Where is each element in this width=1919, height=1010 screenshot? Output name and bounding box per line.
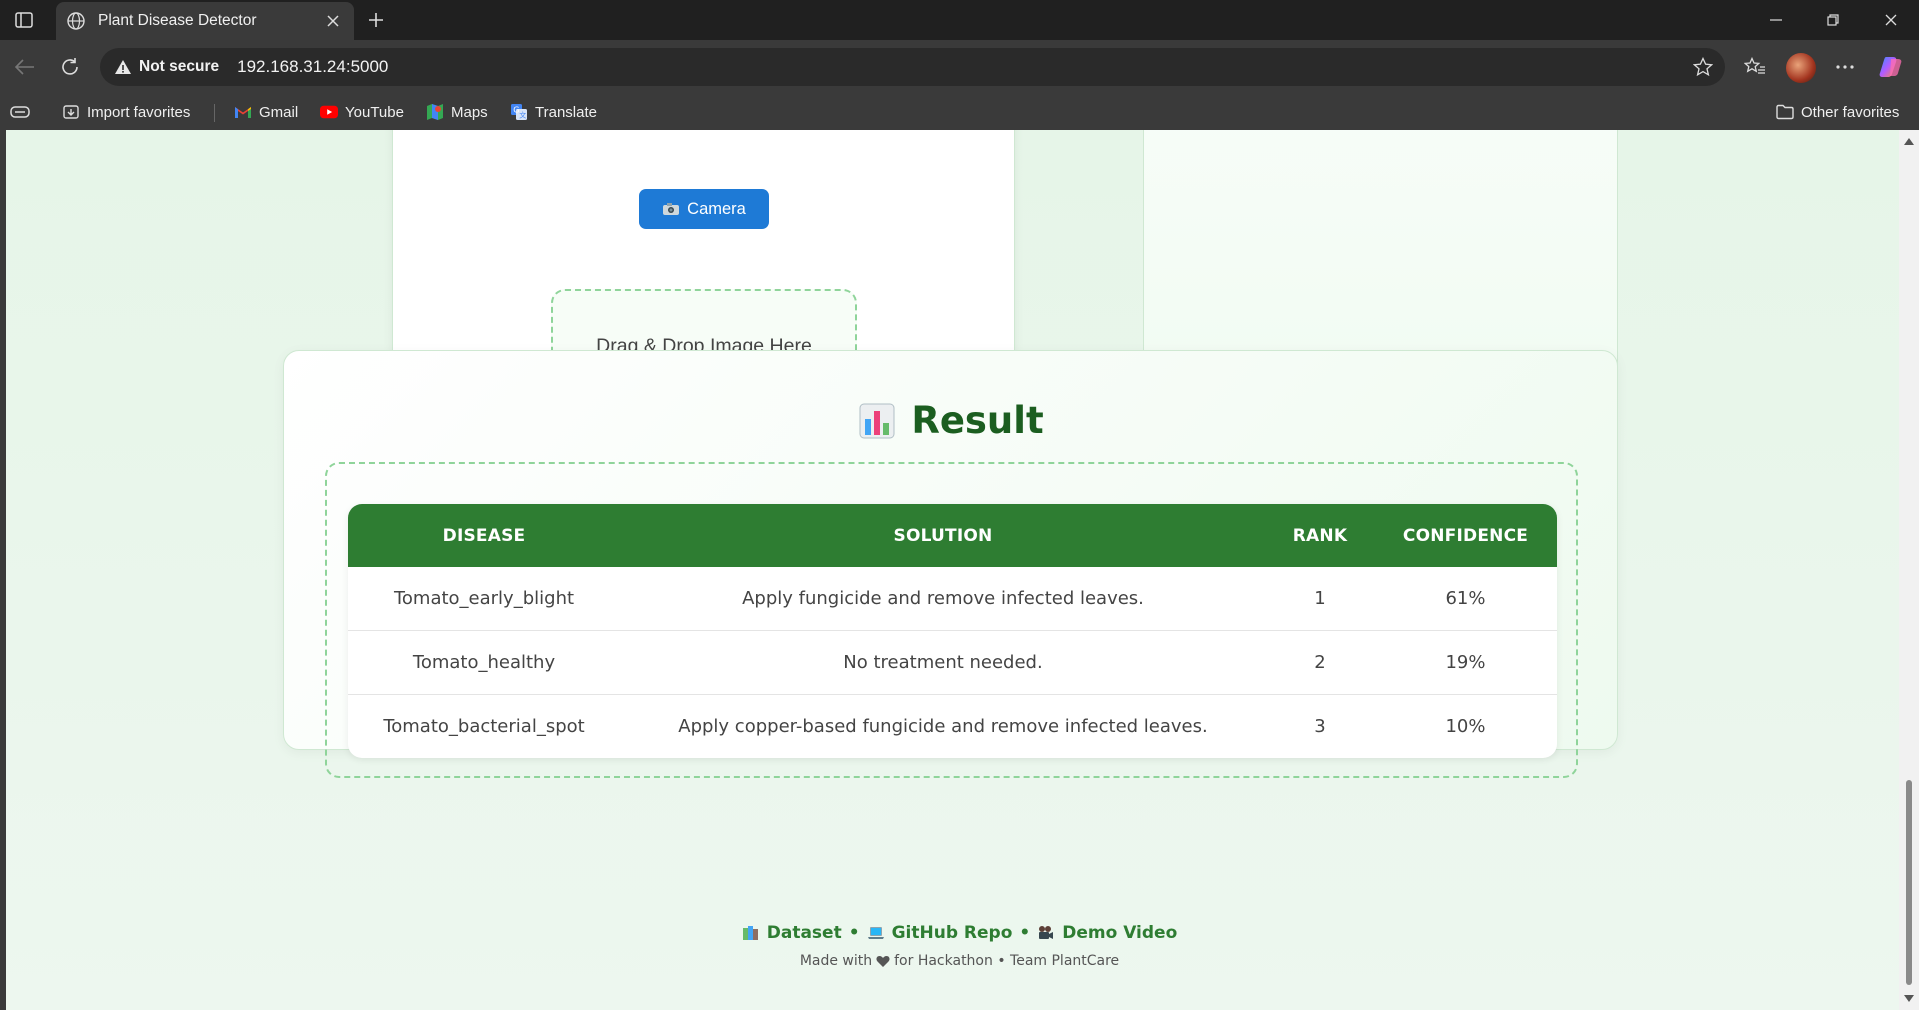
solution-cell: No treatment needed. [620,630,1266,694]
footer-note-suffix: for Hackathon • Team PlantCare [894,953,1120,969]
svg-text:文: 文 [519,111,526,120]
minimize-icon[interactable] [1762,8,1790,32]
bookmark-label: Gmail [259,103,299,121]
window-edge [0,130,6,1010]
camera-button-label: Camera [687,199,746,218]
demo-video-link[interactable]: Demo Video [1037,923,1177,943]
new-tab-icon[interactable] [364,8,388,32]
restore-icon[interactable] [1819,8,1847,32]
footer-separator: • [848,923,860,943]
page-scrollbar[interactable] [1899,130,1919,1010]
tab-title: Plant Disease Detector [98,12,257,29]
active-tab[interactable]: Plant Disease Detector [56,2,354,40]
translate-icon: G文 [510,103,528,121]
column-header-solution: Solution [893,525,993,546]
bookmark-label: Translate [535,103,597,121]
disease-cell: Tomato_healthy [348,630,620,694]
bar-chart-icon [859,403,895,439]
url-text[interactable]: 192.168.31.24:5000 [237,57,388,77]
footer-separator: • [1019,923,1031,943]
bookmark-label: YouTube [345,103,404,121]
heart-icon [876,955,890,968]
rank-cell: 1 [1314,588,1326,609]
security-label[interactable]: Not secure [139,58,219,76]
gmail-icon [234,103,252,121]
camera-button[interactable]: Camera [639,189,769,229]
reload-icon[interactable] [56,53,84,81]
bookmark-label: Maps [451,103,488,121]
table-row: Tomato_bacterial_spot Apply copper-based… [348,693,1557,758]
bookmark-other-favorites[interactable]: Other favorites [1776,101,1899,123]
bookmark-import-favorites[interactable]: Import favorites [62,101,190,123]
table-header-row: Disease Solution Rank Confidence [348,504,1557,567]
footer-note-prefix: Made with [799,953,873,969]
sidebar-toggle-icon[interactable] [12,9,36,31]
bookmark-divider [214,104,215,122]
favorites-icon[interactable] [1742,54,1768,80]
bookmark-label: Other favorites [1801,103,1900,121]
confidence-cell: 19% [1374,630,1557,694]
profile-avatar[interactable] [1786,53,1816,83]
address-bar[interactable]: Not secure 192.168.31.24:5000 [100,48,1725,86]
back-icon[interactable] [11,53,39,81]
bookmarks-bar: Import favorites Gmail YouTube Maps G文 T… [0,94,1919,130]
reading-view-icon[interactable] [10,101,30,123]
import-favorites-icon [62,103,80,121]
github-repo-link[interactable]: GitHub Repo [867,923,1013,943]
github-repo-link-label: GitHub Repo [891,923,1013,943]
table-row: Tomato_healthy No treatment needed. 2 19… [348,630,1557,694]
close-window-icon[interactable] [1877,8,1905,32]
browser-toolbar: Not secure 192.168.31.24:5000 [0,40,1919,94]
result-frame: Disease Solution Rank Confidence Tomato_… [325,462,1578,778]
result-heading: Result [284,399,1619,442]
solution-cell: Apply fungicide and remove infected leav… [742,588,1144,609]
column-header-rank: Rank [1292,525,1348,546]
scroll-down-icon[interactable] [1904,995,1914,1002]
disease-cell: Tomato_early_blight [393,588,575,609]
bookmark-maps[interactable]: Maps [426,101,488,123]
scroll-up-icon[interactable] [1904,138,1914,145]
rank-cell: 2 [1266,630,1374,694]
more-options-icon[interactable] [1832,54,1858,80]
rank-cell: 3 [1266,693,1374,758]
folder-icon [1776,103,1794,121]
demo-video-link-label: Demo Video [1062,923,1178,943]
column-header-confidence: Confidence [1402,525,1529,546]
star-icon[interactable] [1692,56,1714,77]
footer-note: Made with for Hackathon • Team PlantCare [0,953,1919,969]
disease-cell: Tomato_bacterial_spot [348,693,620,758]
table-row: Tomato_early_blight Apply fungicide and … [348,567,1557,631]
maps-icon [426,103,444,121]
solution-cell: Apply copper-based fungicide and remove … [620,693,1266,758]
warning-icon [114,58,132,76]
tab-strip: Plant Disease Detector [0,0,1919,40]
video-camera-icon [1037,925,1055,941]
result-title: Result [911,399,1044,442]
globe-icon [66,11,86,31]
scrollbar-thumb[interactable] [1906,780,1912,985]
result-table: Disease Solution Rank Confidence Tomato_… [348,504,1557,758]
close-tab-icon[interactable] [322,10,344,32]
dataset-link[interactable]: Dataset [742,923,842,943]
dataset-link-label: Dataset [766,923,842,943]
page-viewport: Camera Drag & Drop Image Here Result Dis… [0,130,1919,1010]
bookmark-youtube[interactable]: YouTube [320,101,404,123]
copilot-icon[interactable] [1878,54,1904,80]
books-icon [742,925,760,941]
column-header-disease: Disease [442,525,526,546]
camera-icon [662,202,680,216]
footer-links: Dataset • GitHub Repo • Demo Video [0,923,1919,943]
bookmark-label: Import favorites [87,103,191,121]
laptop-icon [867,925,885,941]
youtube-icon [320,103,338,121]
confidence-cell: 61% [1445,588,1486,609]
bookmark-translate[interactable]: G文 Translate [510,101,597,123]
confidence-cell: 10% [1374,693,1557,758]
bookmark-gmail[interactable]: Gmail [234,101,298,123]
result-card: Result Disease Solution Rank Confidence [283,350,1619,778]
